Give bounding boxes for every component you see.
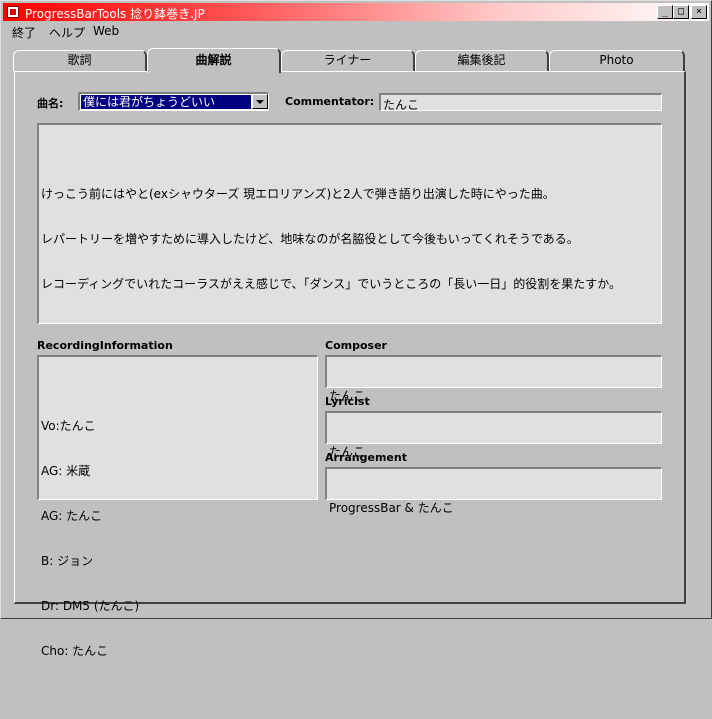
recording-line: AG: 米蔵 — [41, 464, 91, 478]
arrangement-field[interactable]: ProgressBar & たんこ — [325, 467, 662, 515]
commentary-textarea[interactable]: けっこう前にはやと(exシャウターズ 現エロリアンズ)と2人で弾き語り出演した時… — [37, 123, 662, 324]
commentary-line: けっこう前にはやと(exシャウターズ 現エロリアンズ)と2人で弾き語り出演した時… — [41, 187, 555, 201]
commentary-line: レパートリーを増やすために導入したけど、地味なのが名脇役として今後もいってくれそ… — [41, 232, 579, 246]
recording-line: Cho: たんこ — [41, 644, 109, 658]
commentator-value: たんこ — [383, 98, 420, 112]
composer-field[interactable]: たんこ — [325, 355, 662, 403]
recording-line: B: ジョン — [41, 554, 94, 568]
song-select[interactable]: 僕には君がちょうどいい — [78, 92, 269, 111]
commentary-line: レコーディングでいれたコーラスがええ感じで、「ダンス」でいうところの「長い一日」… — [41, 277, 621, 291]
composer-label: Composer — [325, 339, 387, 352]
recording-line: Vo:たんこ — [41, 419, 96, 433]
main-window: ProgressBarTools 捻り鉢巻き.JP _ □ × 終了 ヘルプ W… — [0, 0, 712, 658]
recording-line: AG: たんこ — [41, 509, 103, 523]
lyricist-field[interactable]: たんこ — [325, 411, 662, 459]
recording-info-label: RecordingInformation — [37, 339, 173, 352]
arrangement-value: ProgressBar & たんこ — [329, 501, 454, 515]
recording-line: Dr: DM5 (たんこ) — [41, 599, 140, 613]
song-selected-value: 僕には君がちょうどいい — [81, 95, 251, 109]
composer-value: たんこ — [329, 389, 366, 403]
commentator-field[interactable]: たんこ — [379, 93, 662, 112]
lyricist-label: Lyricist — [325, 395, 370, 408]
chevron-down-icon[interactable] — [252, 94, 268, 109]
recording-info-textarea[interactable]: Vo:たんこ AG: 米蔵 AG: たんこ B: ジョン Dr: DM5 (たん… — [37, 355, 318, 658]
commentator-label: Commentator: — [285, 95, 375, 108]
song-label: 曲名: — [37, 97, 64, 110]
arrangement-label: Arrangement — [325, 451, 407, 464]
